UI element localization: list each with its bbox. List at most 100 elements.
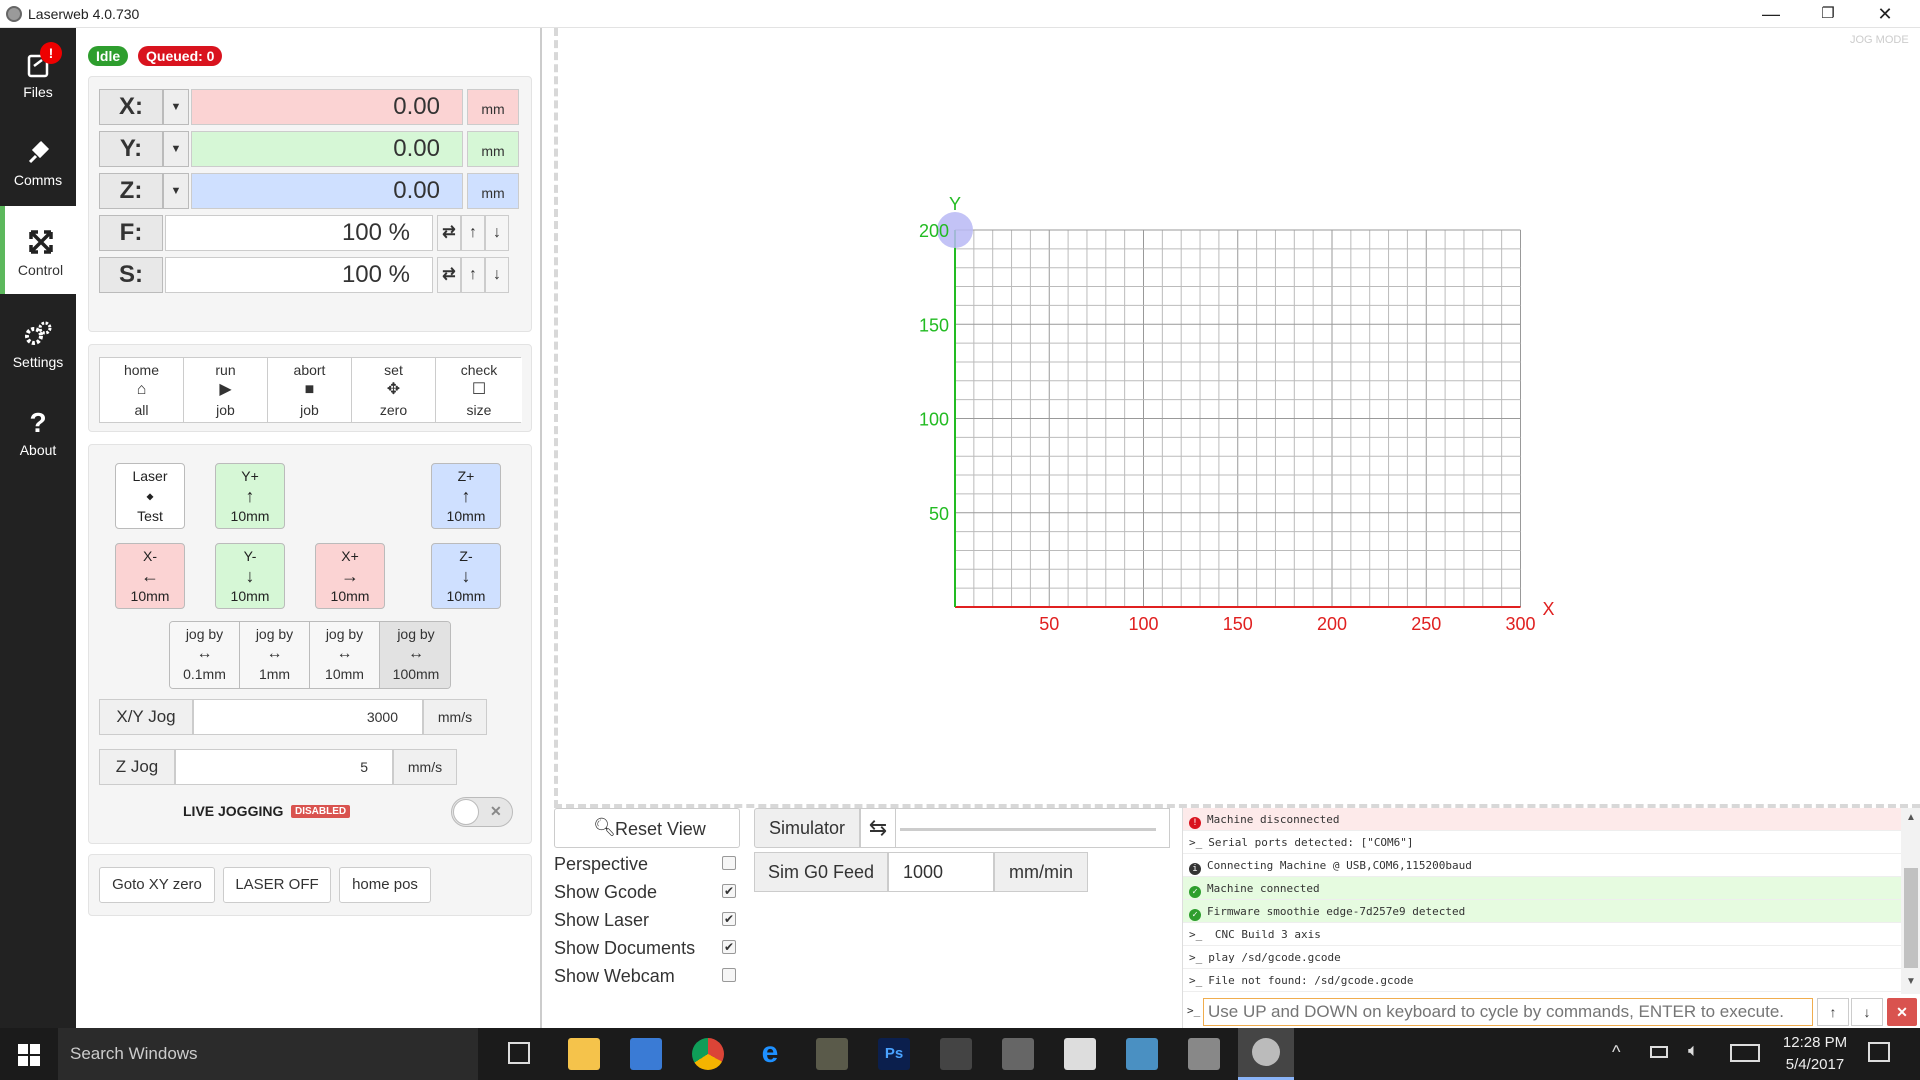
jog-mode-label: JOG MODE [1850,34,1909,46]
jog-x-minus-button[interactable]: X- ← 10mm [115,543,185,609]
history-down-button[interactable]: ↓ [1851,998,1883,1026]
arrow-down-icon: ↓ [1863,1004,1871,1020]
close-button[interactable]: ✕ [1862,0,1908,28]
scroll-up-icon: ▲ [1906,812,1916,823]
scroll-thumb[interactable] [1904,868,1918,968]
laser-off-button[interactable]: LASER OFF [223,867,331,903]
volume-icon[interactable]: 🔈︎ [1688,1040,1699,1061]
x-axis-dropdown[interactable]: ▼ [163,89,189,125]
z-jog-speed-input[interactable]: 5 [175,749,393,785]
feed-up-button[interactable]: ↑ [461,215,485,251]
simulator-label: Simulator [754,808,860,848]
jog-y-plus-button[interactable]: Y+ ↑ 10mm [215,463,285,529]
show-laser-checkbox[interactable]: ✔ [722,912,736,926]
sidebar-item-about[interactable]: ? About [0,386,76,474]
console-prompt: >_ [1187,1004,1201,1017]
jog-y-minus-button[interactable]: Y- ↓ 10mm [215,543,285,609]
jog-z-minus-button[interactable]: Z- ↓ 10mm [431,543,501,609]
z-axis-dropdown[interactable]: ▼ [163,173,189,209]
check-circle-icon: ✓ [1189,886,1201,898]
feed-reset-button[interactable]: ⇄ [437,215,461,251]
chrome-icon[interactable] [692,1038,724,1070]
gears-icon [25,321,52,345]
spindle-reset-button[interactable]: ⇄ [437,257,461,293]
feed-override-input[interactable]: 100 % [165,215,433,251]
minimize-button[interactable]: — [1748,0,1794,28]
sim-feed-input[interactable]: 1000 [888,852,994,892]
console-scrollbar[interactable]: ▲ ▼ [1901,808,1920,994]
console-command-input[interactable] [1203,998,1813,1026]
app-icon[interactable] [1002,1038,1034,1070]
goto-xy-zero-button[interactable]: Goto XY zero [99,867,215,903]
xy-jog-speed-input[interactable]: 3000 [193,699,423,735]
jog-step-10mm-button[interactable]: jog by ↔ 10mm [310,622,380,688]
run-job-button[interactable]: run ▶ job [184,358,268,422]
jog-z-plus-button[interactable]: Z+ ↑ 10mm [431,463,501,529]
task-view-icon[interactable] [508,1042,530,1064]
spindle-down-button[interactable]: ↓ [485,257,509,293]
y-axis-dropdown[interactable]: ▼ [163,131,189,167]
app-icon[interactable] [816,1038,848,1070]
status-badge: Idle [88,46,129,66]
perspective-checkbox[interactable] [722,856,736,870]
arrow-right-icon: → [341,566,359,586]
clear-console-button[interactable]: ✕ [1887,998,1917,1026]
photoshop-icon[interactable]: Ps [878,1038,910,1070]
photos-icon[interactable] [1064,1038,1096,1070]
jog-step-0.1mm-button[interactable]: jog by ↔ 0.1mm [170,622,240,688]
view-options: Perspective Show Gcode ✔ Show Laser ✔ Sh… [554,854,736,986]
queue-badge: Queued: 0 [138,46,223,66]
keyboard-icon[interactable] [1730,1044,1760,1062]
store-icon[interactable] [630,1038,662,1070]
sidebar-item-control[interactable]: Control [0,206,76,294]
show-documents-checkbox[interactable]: ✔ [722,940,736,954]
feed-down-button[interactable]: ↓ [485,215,509,251]
show-webcam-checkbox[interactable] [722,968,736,982]
laser-test-button[interactable]: Laser ⬩ Test [115,463,185,529]
spindle-up-button[interactable]: ↑ [461,257,485,293]
restore-button[interactable]: ❐ [1805,0,1851,28]
z-position-readout: 0.00 [191,173,463,209]
app-icon[interactable] [1126,1038,1158,1070]
history-up-button[interactable]: ↑ [1817,998,1849,1026]
battery-icon[interactable] [1650,1046,1668,1058]
sidebar-item-files[interactable]: ! Files [0,28,76,116]
spindle-override-input[interactable]: 100 % [165,257,433,293]
sidebar-item-settings[interactable]: Settings [0,298,76,386]
clock-time[interactable]: 12:28 PM [1780,1034,1850,1051]
sidebar-item-comms[interactable]: Comms [0,116,76,204]
laserweb-task[interactable] [1238,1028,1294,1080]
close-icon: ✕ [1896,1004,1908,1020]
console-log-text: CNC Build 3 axis [1208,928,1321,941]
app-icon[interactable] [1188,1038,1220,1070]
chevron-up-icon[interactable]: ^ [1612,1042,1620,1063]
reset-view-button[interactable]: 🔍︎ Reset View [554,808,740,848]
xy-jog-unit: mm/s [423,699,487,735]
calculator-icon[interactable] [940,1038,972,1070]
x-tick-label: 150 [1223,614,1253,634]
simulator-slider[interactable] [896,808,1170,848]
simulator-handle[interactable]: ⇆ [860,808,896,848]
show-gcode-checkbox[interactable]: ✔ [722,884,736,898]
console-log[interactable]: ! Machine disconnected >_ Serial ports dete… [1183,808,1920,994]
grid-lines [954,229,1521,608]
taskbar-search[interactable]: Search Windows [58,1028,478,1080]
file-explorer-icon[interactable] [568,1038,600,1070]
home-all-button[interactable]: home ⌂ all [100,358,184,422]
clock-date[interactable]: 5/4/2017 [1780,1056,1850,1073]
x-tick-label: 100 [1128,614,1158,634]
check-size-button[interactable]: check ☐ size [436,358,522,422]
set-zero-button[interactable]: set ✥ zero [352,358,436,422]
arrow-up-icon: ↑ [461,486,471,506]
jog-step-100mm-button[interactable]: jog by ↔ 100mm [380,622,450,688]
jog-x-plus-button[interactable]: X+ → 10mm [315,543,385,609]
jog-step-1mm-button[interactable]: jog by ↔ 1mm [240,622,310,688]
windows-start-icon[interactable] [18,1044,40,1066]
edge-icon[interactable]: e [754,1038,786,1070]
notifications-icon[interactable] [1868,1042,1890,1062]
console-log-line: >_ File not found: /sd/gcode.gcode [1183,969,1901,992]
home-pos-button[interactable]: home pos [339,867,431,903]
live-jogging-toggle[interactable]: ✕ [451,797,513,827]
home-icon: ⌂ [136,381,147,398]
abort-job-button[interactable]: abort ■ job [268,358,352,422]
